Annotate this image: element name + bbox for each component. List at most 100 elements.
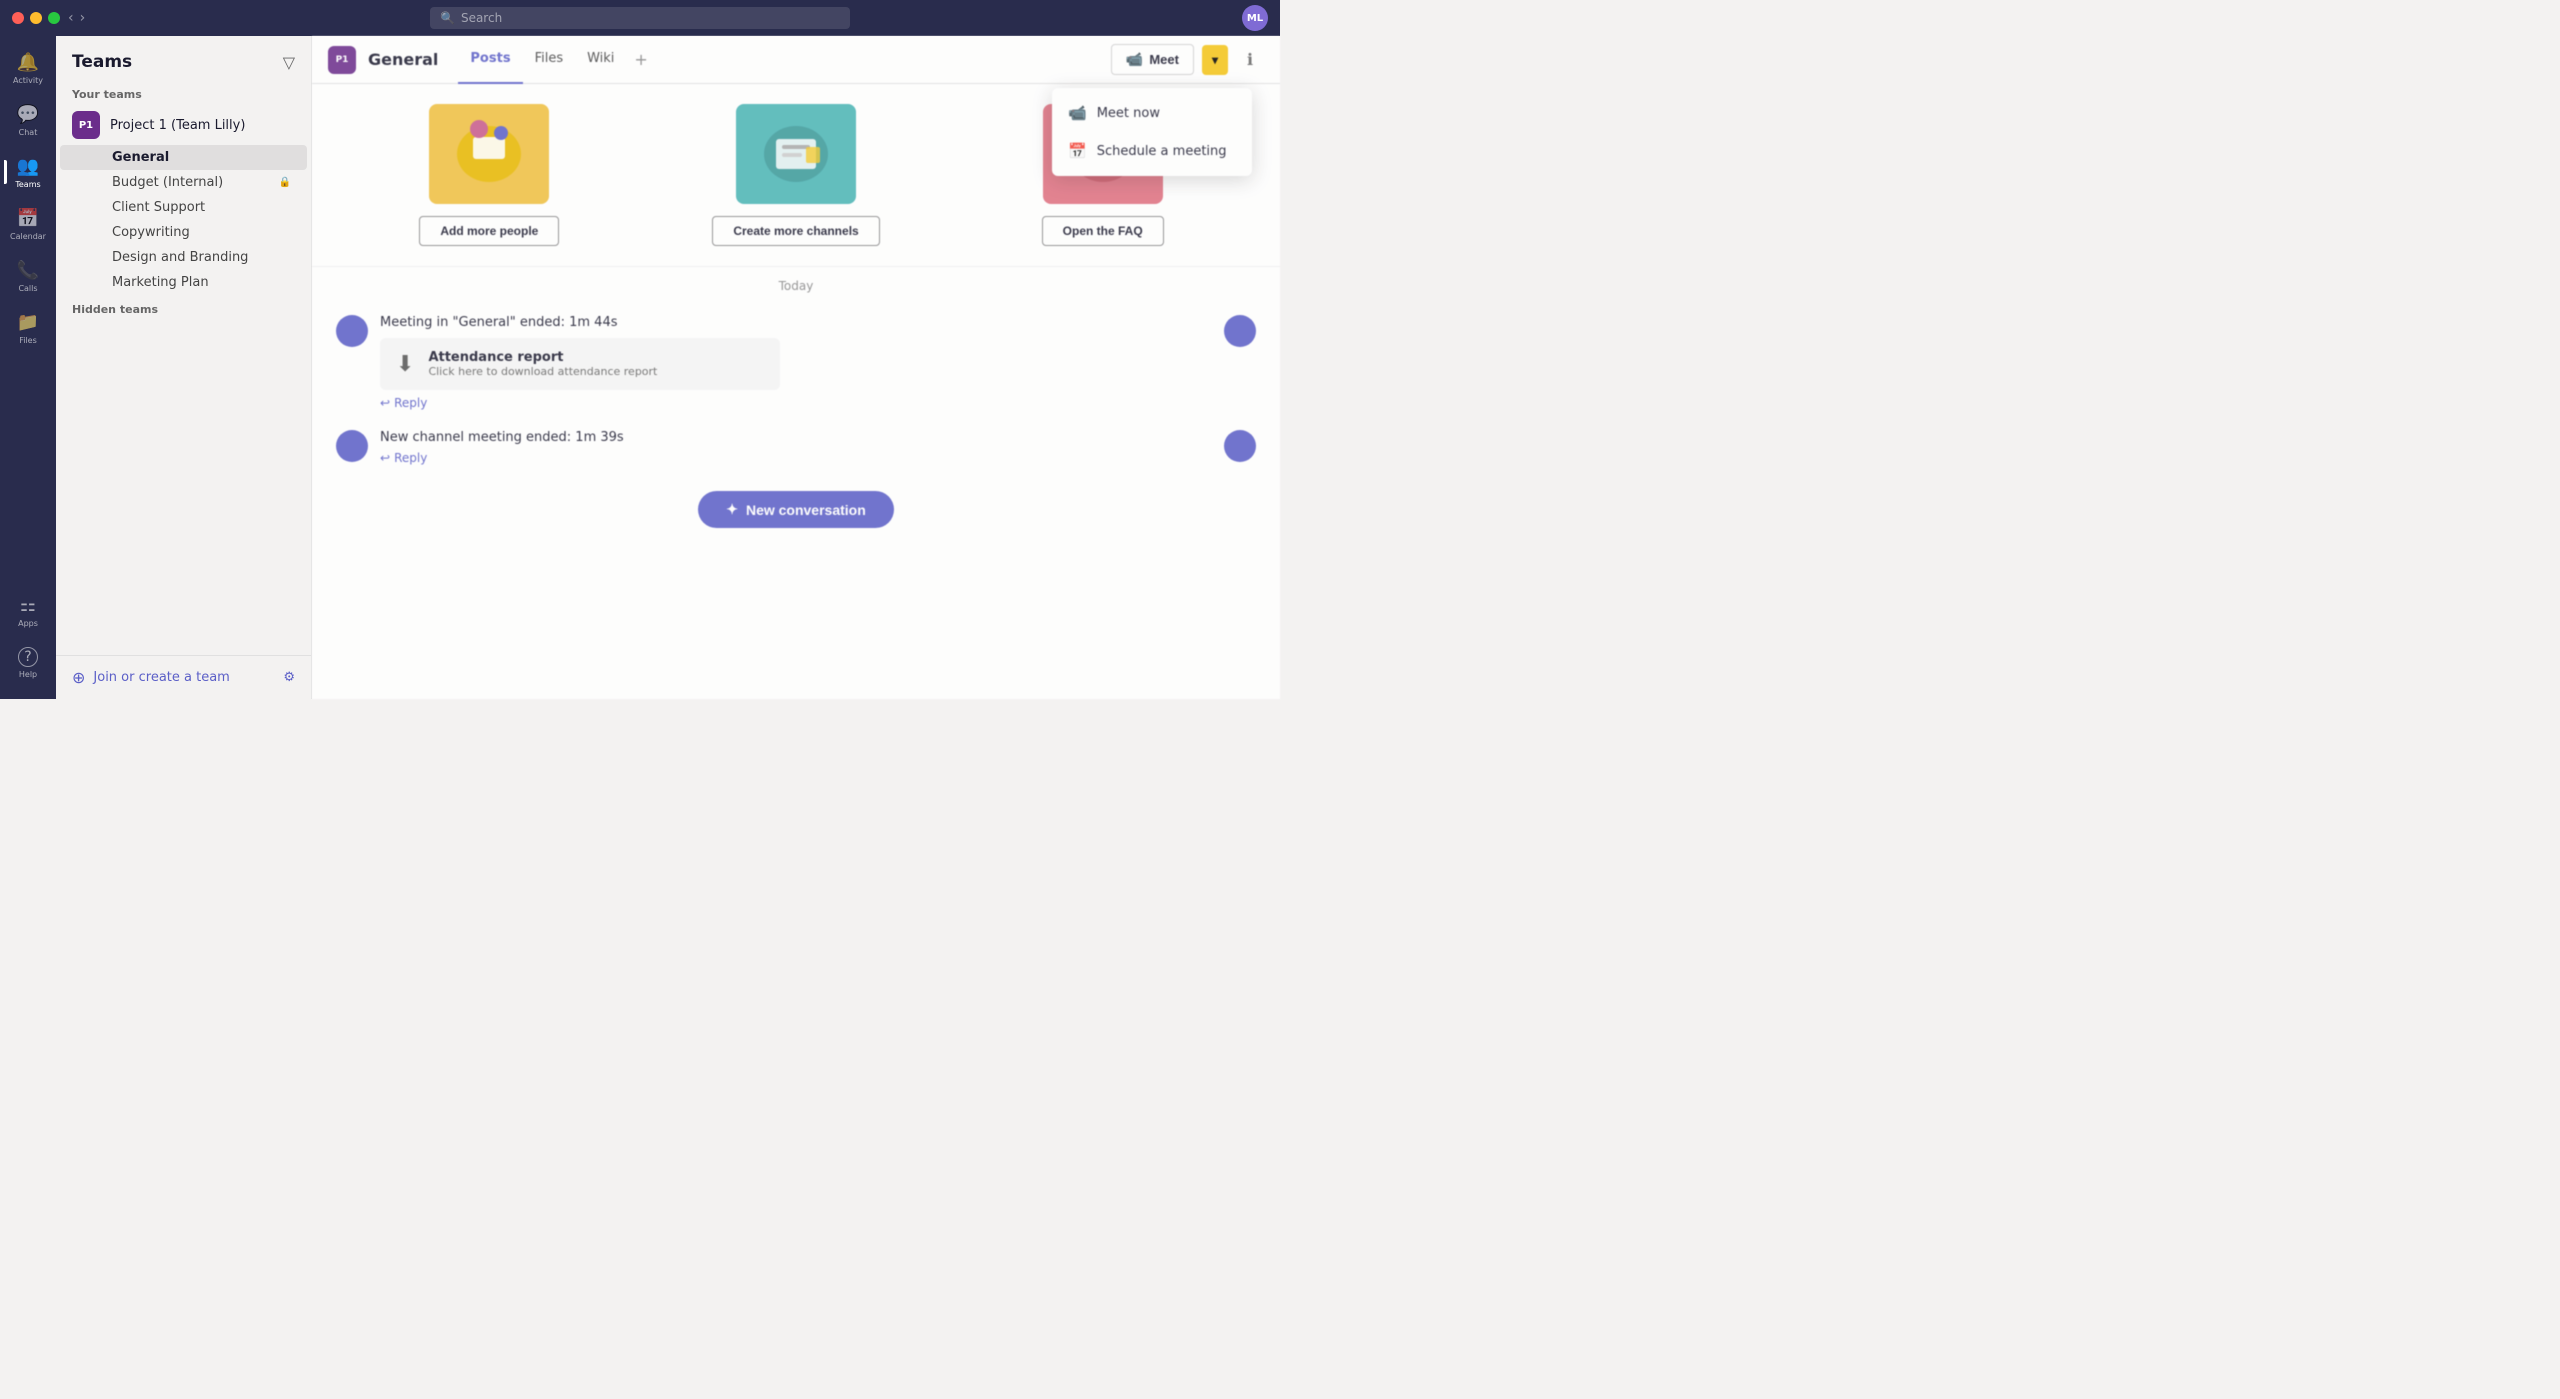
tab-posts[interactable]: Posts <box>458 36 522 84</box>
lock-icon: 🔒 <box>279 177 291 188</box>
meet-now-label: Meet now <box>1097 106 1160 121</box>
tab-wiki[interactable]: Wiki <box>575 36 626 84</box>
files-label: Files <box>19 336 37 345</box>
calendar-label: Calendar <box>10 232 46 241</box>
reply-label-1: Reply <box>394 396 427 410</box>
join-team-area[interactable]: ⊕ Join or create a team ⚙ <box>56 655 311 699</box>
dropdown-schedule-meeting[interactable]: 📅 Schedule a meeting <box>1052 132 1252 170</box>
date-separator: Today <box>312 267 1280 305</box>
channel-name-marketing: Marketing Plan <box>112 275 291 290</box>
apps-icon: ⚏ <box>20 595 36 616</box>
card-illustration-teal <box>736 104 856 204</box>
add-people-button[interactable]: Add more people <box>419 216 559 246</box>
camera-icon: 📹 <box>1126 51 1143 68</box>
content-area: Add more people Create more channels <box>312 84 1280 699</box>
meet-button[interactable]: 📹 Meet <box>1111 44 1194 75</box>
filter-icon[interactable]: ▽ <box>283 53 295 72</box>
sidebar-bottom: ⚏ Apps ? Help <box>4 587 52 699</box>
message-time-1 <box>1224 315 1256 347</box>
reply-icon-1: ↩ <box>380 396 390 410</box>
calendar-icon: 📅 <box>17 208 39 229</box>
download-icon: ⬇ <box>396 352 414 377</box>
join-team-label: Join or create a team <box>93 670 229 685</box>
app-body: 🔔 Activity 💬 Chat 👥 Teams 📅 Calendar 📞 C… <box>0 36 1280 699</box>
channel-name-general: General <box>112 150 291 165</box>
teams-header: Teams ▽ <box>56 36 311 80</box>
attendance-card[interactable]: ⬇ Attendance report Click here to downlo… <box>380 338 780 390</box>
chat-icon: 💬 <box>17 104 39 125</box>
new-conversation-button[interactable]: ✦ New conversation <box>698 491 894 528</box>
card-create-channels: Create more channels <box>643 104 950 246</box>
settings-icon[interactable]: ⚙ <box>283 670 295 685</box>
teams-panel-title: Teams <box>72 52 132 72</box>
team-project1[interactable]: P1 Project 1 (Team Lilly) ··· <box>56 105 311 145</box>
channel-budget[interactable]: Budget (Internal) 🔒 <box>60 170 307 195</box>
sidebar-item-teams[interactable]: 👥 Teams <box>4 148 52 196</box>
message-avatar-2 <box>336 430 368 462</box>
message-item-2: New channel meeting ended: 1m 39s ↩ Repl… <box>312 420 1280 475</box>
reply-1[interactable]: ↩ Reply <box>380 396 1212 410</box>
meet-label: Meet <box>1149 52 1179 67</box>
sidebar-item-calls[interactable]: 📞 Calls <box>4 252 52 300</box>
calls-label: Calls <box>18 284 37 293</box>
channel-marketing[interactable]: Marketing Plan <box>60 270 307 295</box>
sidebar-item-files[interactable]: 📁 Files <box>4 304 52 352</box>
channel-client-support[interactable]: Client Support <box>60 195 307 220</box>
main-content: P1 General Posts Files Wiki + 📹 Meet ▾ ℹ <box>312 36 1280 699</box>
channel-general[interactable]: General <box>60 145 307 170</box>
help-icon: ? <box>18 647 38 667</box>
minimize-button[interactable] <box>30 12 42 24</box>
search-bar[interactable]: 🔍 Search <box>430 7 850 29</box>
channel-name-budget: Budget (Internal) <box>112 175 275 190</box>
schedule-icon: 📅 <box>1068 142 1087 160</box>
calls-icon: 📞 <box>17 260 39 281</box>
channel-copywriting[interactable]: Copywriting <box>60 220 307 245</box>
info-button[interactable]: ℹ <box>1236 46 1264 74</box>
activity-icon: 🔔 <box>17 52 39 73</box>
icon-sidebar: 🔔 Activity 💬 Chat 👥 Teams 📅 Calendar 📞 C… <box>0 36 56 699</box>
channel-header: P1 General Posts Files Wiki + 📹 Meet ▾ ℹ <box>312 36 1280 84</box>
chat-label: Chat <box>19 128 38 137</box>
apps-label: Apps <box>18 619 38 628</box>
open-faq-button[interactable]: Open the FAQ <box>1042 216 1164 246</box>
sidebar-item-apps[interactable]: ⚏ Apps <box>4 587 52 635</box>
titlebar-right: ML <box>1242 5 1268 31</box>
files-icon: 📁 <box>17 312 39 333</box>
meet-now-icon: 📹 <box>1068 104 1087 122</box>
channel-name-copy: Copywriting <box>112 225 291 240</box>
search-icon: 🔍 <box>440 11 455 25</box>
dropdown-meet-now[interactable]: 📹 Meet now <box>1052 94 1252 132</box>
message-time-2 <box>1224 430 1256 462</box>
channel-design[interactable]: Design and Branding <box>60 245 307 270</box>
close-button[interactable] <box>12 12 24 24</box>
sidebar-item-help[interactable]: ? Help <box>4 639 52 687</box>
create-channels-button[interactable]: Create more channels <box>712 216 879 246</box>
back-arrow[interactable]: ‹ <box>68 10 74 26</box>
search-placeholder: Search <box>461 11 502 25</box>
attendance-card-info: Attendance report Click here to download… <box>428 350 657 378</box>
window-controls <box>12 12 60 24</box>
reply-icon-2: ↩ <box>380 451 390 465</box>
channel-avatar: P1 <box>328 46 356 74</box>
nav-arrows: ‹ › <box>68 10 85 26</box>
maximize-button[interactable] <box>48 12 60 24</box>
new-conversation-bar: ✦ New conversation <box>312 475 1280 544</box>
team-avatar: P1 <box>72 111 100 139</box>
sidebar-item-activity[interactable]: 🔔 Activity <box>4 44 52 92</box>
tab-add[interactable]: + <box>626 36 655 84</box>
hidden-teams-label: Hidden teams <box>56 295 311 320</box>
message-avatar-1 <box>336 315 368 347</box>
meet-dropdown-menu: 📹 Meet now 📅 Schedule a meeting <box>1052 88 1252 176</box>
tab-files[interactable]: Files <box>523 36 576 84</box>
sidebar-item-calendar[interactable]: 📅 Calendar <box>4 200 52 248</box>
reply-2[interactable]: ↩ Reply <box>380 451 1212 465</box>
meet-dropdown-button[interactable]: ▾ <box>1202 45 1228 75</box>
forward-arrow[interactable]: › <box>80 10 86 26</box>
sidebar-item-chat[interactable]: 💬 Chat <box>4 96 52 144</box>
message-content-2: New channel meeting ended: 1m 39s ↩ Repl… <box>380 430 1212 465</box>
team-name: Project 1 (Team Lilly) <box>110 118 272 133</box>
user-avatar[interactable]: ML <box>1242 5 1268 31</box>
your-teams-label: Your teams <box>56 80 311 105</box>
message-text-2: New channel meeting ended: 1m 39s <box>380 430 1212 445</box>
dropdown-chevron-icon: ▾ <box>1212 53 1218 67</box>
